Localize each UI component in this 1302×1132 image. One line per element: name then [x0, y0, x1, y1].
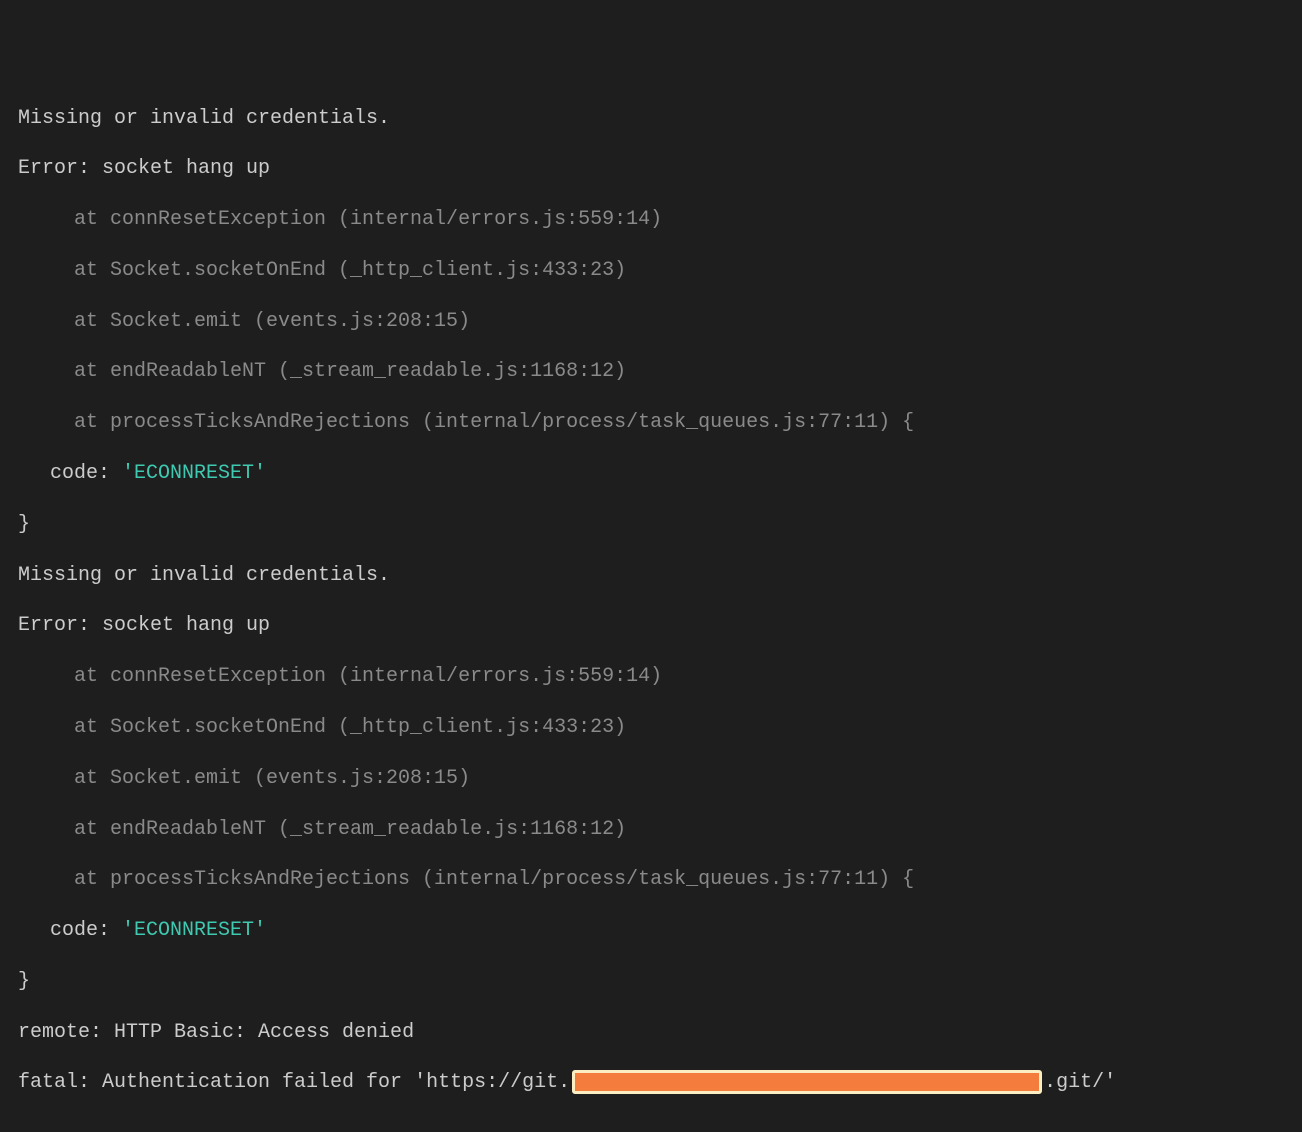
code-label: code:	[50, 462, 122, 485]
terminal-line: Error: socket hang up	[18, 613, 1302, 638]
fatal-suffix: .git/'	[1044, 1071, 1116, 1094]
stack-trace-line: at endReadableNT (_stream_readable.js:11…	[18, 817, 1302, 842]
fatal-prefix: fatal: Authentication failed for 'https:…	[18, 1071, 570, 1094]
stack-trace-line: at connResetException (internal/errors.j…	[18, 664, 1302, 689]
fatal-line: fatal: Authentication failed for 'https:…	[18, 1070, 1302, 1095]
error-code-line: code: 'ECONNRESET'	[18, 461, 1302, 486]
terminal-line: Missing or invalid credentials.	[18, 563, 1302, 588]
terminal-line: Missing or invalid credentials.	[18, 106, 1302, 131]
stack-trace-line: at connResetException (internal/errors.j…	[18, 207, 1302, 232]
code-value: 'ECONNRESET'	[122, 462, 266, 485]
stack-trace-line: at processTicksAndRejections (internal/p…	[18, 410, 1302, 435]
redacted-block	[572, 1070, 1042, 1094]
terminal-line: remote: HTTP Basic: Access denied	[18, 1020, 1302, 1045]
error-code-line: code: 'ECONNRESET'	[18, 918, 1302, 943]
code-value: 'ECONNRESET'	[122, 919, 266, 942]
stack-trace-line: at Socket.socketOnEnd (_http_client.js:4…	[18, 258, 1302, 283]
stack-trace-line: at Socket.socketOnEnd (_http_client.js:4…	[18, 715, 1302, 740]
code-label: code:	[50, 919, 122, 942]
stack-trace-line: at Socket.emit (events.js:208:15)	[18, 309, 1302, 334]
terminal-line: Error: socket hang up	[18, 156, 1302, 181]
stack-trace-line: at processTicksAndRejections (internal/p…	[18, 867, 1302, 892]
stack-trace-line: at Socket.emit (events.js:208:15)	[18, 766, 1302, 791]
terminal-line: }	[18, 512, 1302, 537]
terminal-line: }	[18, 969, 1302, 994]
stack-trace-line: at endReadableNT (_stream_readable.js:11…	[18, 359, 1302, 384]
